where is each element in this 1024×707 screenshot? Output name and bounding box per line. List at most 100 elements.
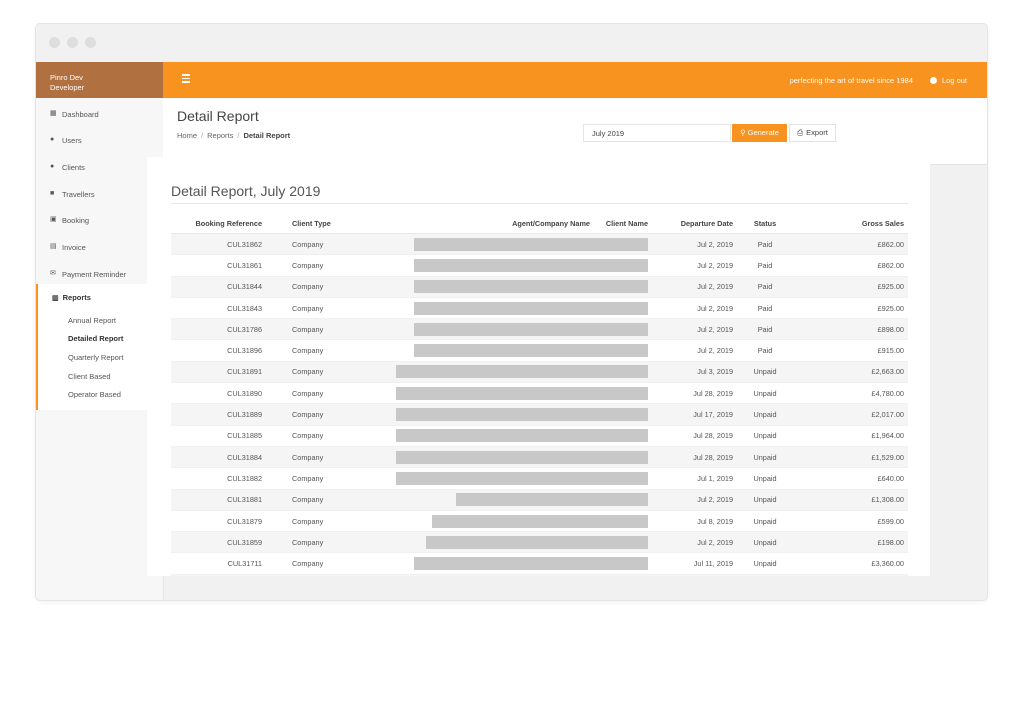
cell-status: Paid [737, 254, 793, 277]
month-input[interactable] [583, 124, 731, 142]
window-close-button[interactable] [49, 37, 60, 48]
sidebar-item-label: Users [62, 136, 82, 145]
cell-agent-company-name [366, 403, 652, 426]
breadcrumb-reports[interactable]: Reports [207, 131, 233, 140]
cell-booking-reference: CUL31859 [171, 531, 266, 554]
sidebar-item-booking[interactable]: ▣ Booking [36, 208, 163, 234]
report-card: Detail Report, July 2019 Booking Referen… [147, 157, 930, 576]
window-minimize-button[interactable] [67, 37, 78, 48]
table-row[interactable]: CUL31879 Company Jul 8, 2019 Unpaid £599.00 [171, 510, 908, 533]
redacted-name-bar [396, 471, 648, 485]
sidebar-subitem-annual-report[interactable]: Annual Report [68, 316, 116, 325]
table-row[interactable]: CUL31844 Company Jul 2, 2019 Paid £925.00 [171, 276, 908, 298]
table-row[interactable]: CUL31882 Company Jul 1, 2019 Unpaid £640.00 [171, 467, 908, 490]
cell-departure-date: Jul 2, 2019 [652, 489, 737, 511]
sidebar-item-dashboard[interactable]: ▦ Dashboard [36, 102, 163, 128]
cell-status: Paid [737, 339, 793, 362]
cell-client-type: Company [266, 446, 366, 469]
logout-button[interactable]: Log out [929, 76, 967, 85]
cell-gross-sales: £898.00 [793, 318, 908, 341]
sidebar-item-clients[interactable]: ● Clients [36, 155, 163, 181]
sidebar-item-travellers[interactable]: ■ Travellers [36, 182, 163, 208]
cell-departure-date: Jul 3, 2019 [652, 361, 737, 384]
cell-agent-company-name [366, 425, 652, 447]
sidebar-subitem-client-based[interactable]: Client Based [68, 372, 111, 381]
cell-gross-sales: £1,308.00 [793, 489, 908, 511]
table-row[interactable]: CUL31843 Company Jul 2, 2019 Paid £925.00 [171, 297, 908, 320]
user-profile[interactable]: Pinro Dev Developer [36, 62, 163, 98]
cell-status: Paid [737, 276, 793, 298]
cell-gross-sales: £925.00 [793, 276, 908, 298]
table-row[interactable]: CUL31884 Company Jul 28, 2019 Unpaid £1,529.… [171, 446, 908, 469]
table-row[interactable]: CUL31786 Company Jul 2, 2019 Paid £898.00 [171, 318, 908, 341]
sidebar-item-label: Payment Reminder [62, 270, 127, 279]
grid-icon: ▦ [50, 110, 57, 117]
table-row[interactable]: CUL31881 Company Jul 2, 2019 Unpaid £1,308.0… [171, 489, 908, 511]
cell-gross-sales: £3,360.00 [793, 552, 908, 575]
sidebar-subitem-quarterly-report[interactable]: Quarterly Report [68, 353, 123, 362]
sidebar-item-label: Booking [62, 216, 90, 225]
suitcase-icon: ■ [50, 190, 55, 197]
cell-status: Unpaid [737, 574, 793, 576]
divider [171, 203, 908, 204]
window-maximize-button[interactable] [85, 37, 96, 48]
export-button[interactable]: ⎙ Export [789, 124, 836, 142]
sidebar-item-label: Clients [62, 163, 85, 172]
cell-status: Unpaid [737, 361, 793, 384]
breadcrumb-home[interactable]: Home [177, 131, 197, 140]
cell-agent-company-name [366, 233, 652, 256]
column-header-status[interactable]: Status [737, 213, 793, 234]
table-row[interactable]: CUL31711 Company Jul 11, 2019 Unpaid £3,360.… [171, 552, 908, 575]
cell-client-type: Company [266, 318, 366, 341]
redacted-name-bar [432, 514, 648, 528]
cell-departure-date: Jul 17, 2019 [652, 403, 737, 426]
column-header-departure-date[interactable]: Departure Date [652, 213, 737, 234]
cell-client-type: Company [266, 276, 366, 298]
cell-booking-reference: CUL31884 [171, 446, 266, 469]
table-row[interactable]: CUL31862 Company Jul 2, 2019 Paid £862.00 [171, 233, 908, 256]
cell-booking-reference: CUL31879 [171, 510, 266, 533]
table-row[interactable]: CUL31891 Company Jul 3, 2019 Unpaid £2,663.0… [171, 361, 908, 384]
table-row[interactable]: CUL31890 Company Jul 28, 2019 Unpaid £4,780.… [171, 382, 908, 405]
table-row[interactable]: CUL31861 Company Jul 2, 2019 Paid £862.00 [171, 254, 908, 277]
cell-agent-company-name [366, 254, 652, 277]
cell-status: Unpaid [737, 382, 793, 405]
export-label: Export [806, 128, 828, 137]
table-row[interactable]: CUL31896 Company Jul 2, 2019 Paid £915.00 [171, 339, 908, 362]
cell-status: Paid [737, 297, 793, 320]
table-row[interactable]: CUL31885 Company Jul 28, 2019 Unpaid £1,964.… [171, 425, 908, 447]
cell-gross-sales: £4,780.00 [793, 382, 908, 405]
sidebar-item-invoice[interactable]: ▤ Invoice [36, 235, 163, 261]
table-row[interactable]: CUL31889 Company Jul 17, 2019 Unpaid £2,017.… [171, 403, 908, 426]
profile-name: Pinro Dev [50, 73, 83, 82]
column-header-gross-sales[interactable]: Gross Sales [793, 213, 908, 234]
sidebar-item-users[interactable]: ● Users [36, 128, 163, 154]
cell-status: Unpaid [737, 425, 793, 447]
generate-button[interactable]: ⚲ Generate [732, 124, 787, 142]
cell-booking-reference: CUL31891 [171, 361, 266, 384]
report-title: Detail Report, July 2019 [171, 183, 321, 199]
cell-status: Paid [737, 318, 793, 341]
menu-icon[interactable] [182, 74, 190, 83]
generate-label: Generate [747, 128, 779, 137]
cell-client-type: Company [266, 382, 366, 405]
redacted-name-bar [396, 429, 648, 443]
cell-gross-sales: £915.00 [793, 339, 908, 362]
table-row[interactable]: CUL31852Company Jul 1, 2019Unpaid£310.00 [171, 574, 908, 576]
sidebar-item-label: Travellers [62, 190, 95, 199]
print-icon: ⎙ [797, 128, 804, 137]
sidebar-subitem-detailed-report[interactable]: Detailed Report [68, 334, 123, 343]
cell-departure-date: Jul 28, 2019 [652, 446, 737, 469]
column-header-agent-company-name[interactable]: Agent/Company Name [366, 213, 594, 234]
column-header-booking-reference[interactable]: Booking Reference [171, 213, 266, 234]
profile-role: Developer [50, 83, 85, 92]
column-header-client-name[interactable]: Client Name [594, 213, 652, 234]
cell-gross-sales: £2,663.00 [793, 361, 908, 384]
cell-booking-reference: CUL31786 [171, 318, 266, 341]
sidebar-item-reports[interactable]: ▥ Reports [52, 293, 91, 302]
cell-agent-company-name [366, 574, 652, 576]
column-header-client-type[interactable]: Client Type [266, 213, 366, 234]
sidebar-subitem-operator-based[interactable]: Operator Based [68, 390, 121, 399]
cell-status: Unpaid [737, 446, 793, 469]
table-row[interactable]: CUL31859 Company Jul 2, 2019 Unpaid £198.00 [171, 531, 908, 554]
